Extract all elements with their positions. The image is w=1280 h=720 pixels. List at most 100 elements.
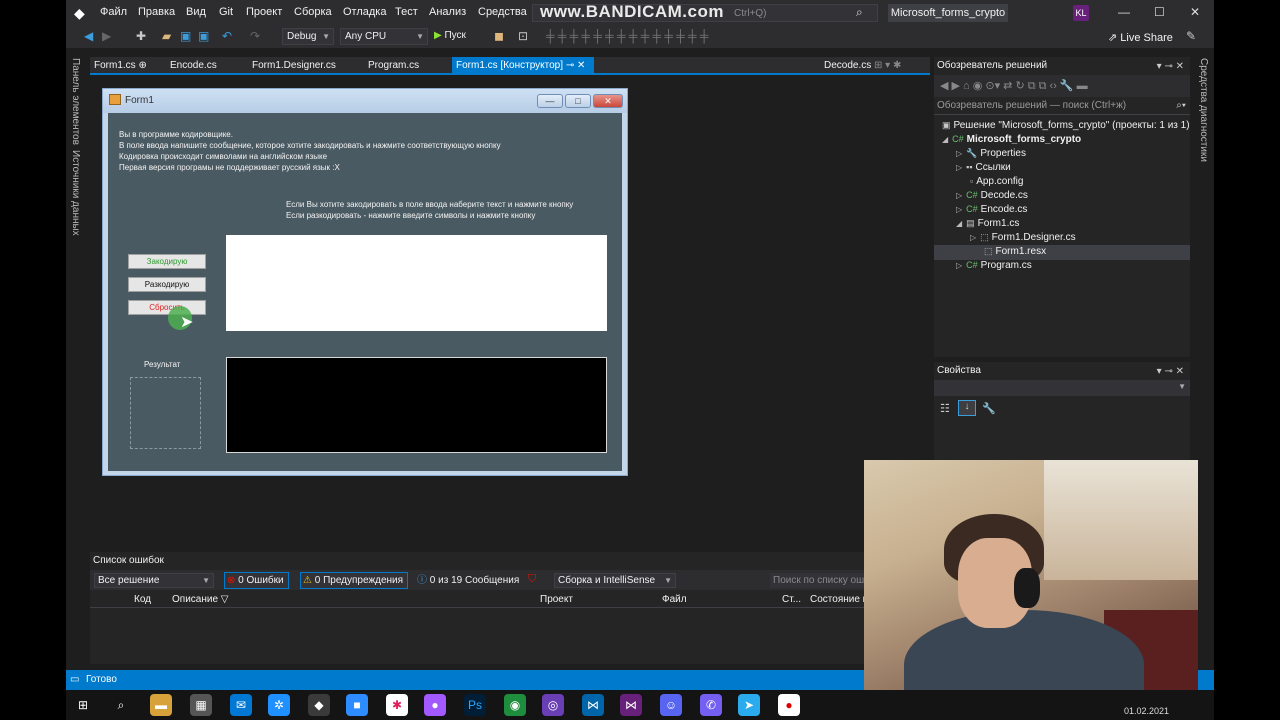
chrome-icon[interactable]: ◉ bbox=[504, 694, 526, 716]
run-button[interactable]: ▶ Пуск bbox=[434, 30, 466, 41]
encode-button[interactable]: Закодирую bbox=[128, 254, 206, 269]
col-code[interactable]: Код bbox=[134, 594, 151, 605]
tab-form1-designer[interactable]: Form1.Designer.cs bbox=[252, 60, 336, 71]
search-icon[interactable]: ⌕ bbox=[856, 5, 863, 20]
tab-overflow-icons[interactable]: ⊞ ▾ ✱ bbox=[874, 60, 901, 71]
minimize-icon[interactable]: — bbox=[1118, 5, 1130, 19]
forward-icon[interactable]: ▶ bbox=[102, 29, 111, 43]
menu-debug[interactable]: Отладка bbox=[343, 6, 386, 18]
calculator-icon[interactable]: ▦ bbox=[190, 694, 212, 716]
tab-form1-designer-view[interactable]: Form1.cs [Конструктор] ⊸ ✕ bbox=[452, 57, 594, 74]
filter-icon[interactable]: ⛉ bbox=[528, 573, 536, 586]
screenshot-icon[interactable]: ⊡ bbox=[518, 29, 528, 43]
tree-solution[interactable]: ▣ Решение "Microsoft_forms_crypto" (проек… bbox=[942, 118, 1190, 132]
live-share-button[interactable]: ⇗ Live Share bbox=[1108, 31, 1173, 44]
config-select[interactable]: Debug ▼ bbox=[282, 28, 334, 45]
col-line[interactable]: Ст... bbox=[782, 594, 801, 605]
errors-filter-button[interactable]: ⊗ 0 Ошибки bbox=[224, 572, 289, 589]
zoom-icon[interactable]: ■ bbox=[346, 694, 368, 716]
figma-icon[interactable]: ● bbox=[424, 694, 446, 716]
menu-view[interactable]: Вид bbox=[186, 6, 206, 18]
categorized-icon[interactable]: ☷ bbox=[940, 402, 950, 415]
viber-icon[interactable]: ✆ bbox=[700, 694, 722, 716]
expand-icon[interactable]: ▷ bbox=[956, 205, 962, 214]
expand-icon[interactable]: ▷ bbox=[956, 261, 962, 270]
collapse-icon[interactable]: ◢ bbox=[956, 219, 962, 228]
file-explorer-icon[interactable]: ▬ bbox=[150, 694, 172, 716]
slack-icon[interactable]: ✱ bbox=[386, 694, 408, 716]
telegram-icon[interactable]: ➤ bbox=[738, 694, 760, 716]
menu-tools[interactable]: Средства bbox=[478, 6, 527, 18]
properties-object-select[interactable]: ▼ bbox=[934, 380, 1190, 396]
avatar[interactable]: KL bbox=[1073, 5, 1089, 21]
form1-window[interactable]: Form1 — □ ✕ Вы в программе кодировщике. … bbox=[102, 88, 628, 476]
menu-edit[interactable]: Правка bbox=[138, 6, 175, 18]
tree-item-app-config[interactable]: ▫ App.config bbox=[970, 174, 1023, 188]
save-icon[interactable]: ▣ bbox=[180, 29, 191, 43]
build-source-select[interactable]: Сборка и IntelliSense ▼ bbox=[554, 573, 676, 588]
obs-icon[interactable]: ◎ bbox=[542, 694, 564, 716]
maximize-icon[interactable]: ☐ bbox=[1154, 5, 1165, 19]
expand-icon[interactable]: ▷ bbox=[956, 149, 962, 158]
form-close-button[interactable]: ✕ bbox=[593, 94, 623, 108]
vscode-icon[interactable]: ⋈ bbox=[582, 694, 604, 716]
visual-studio-icon[interactable]: ⋈ bbox=[620, 694, 642, 716]
record-icon[interactable]: ● bbox=[778, 694, 800, 716]
menu-file[interactable]: Файл bbox=[100, 6, 127, 18]
scope-select[interactable]: Все решение ▼ bbox=[94, 573, 214, 588]
messages-filter-button[interactable]: ⓘ 0 из 19 Сообщения bbox=[414, 572, 524, 589]
tab-encode-cs[interactable]: Encode.cs bbox=[170, 60, 217, 71]
platform-select[interactable]: Any CPU ▼ bbox=[340, 28, 428, 45]
close-icon[interactable]: ✕ bbox=[577, 60, 585, 71]
output-textbox[interactable] bbox=[226, 357, 607, 453]
diagnostics-tab[interactable]: Средства диагностики bbox=[1198, 58, 1209, 162]
search-icon[interactable]: ⌕ bbox=[110, 694, 132, 716]
tree-item-decode[interactable]: ▷ C# Decode.cs bbox=[956, 188, 1028, 202]
browser-icon[interactable]: ◼ bbox=[494, 29, 504, 43]
tree-item-encode[interactable]: ▷ C# Encode.cs bbox=[956, 202, 1027, 216]
menu-git[interactable]: Git bbox=[219, 6, 233, 18]
redo-icon[interactable]: ↷ bbox=[250, 29, 260, 43]
decode-button[interactable]: Разкодирую bbox=[128, 277, 206, 292]
col-file[interactable]: Файл bbox=[662, 594, 687, 605]
undo-icon[interactable]: ↶ bbox=[222, 29, 232, 43]
pane-controls[interactable]: ▾ ⊸ ✕ bbox=[1157, 363, 1184, 381]
close-icon[interactable]: ✕ bbox=[1190, 5, 1200, 19]
tab-decode-cs[interactable]: Decode.cs bbox=[824, 60, 871, 71]
git-icon[interactable]: ◆ bbox=[308, 694, 330, 716]
menu-test[interactable]: Тест bbox=[395, 6, 418, 18]
menu-project[interactable]: Проект bbox=[246, 6, 282, 18]
menu-build[interactable]: Сборка bbox=[294, 6, 332, 18]
back-icon[interactable]: ◀ bbox=[84, 29, 93, 43]
collapse-icon[interactable]: ◢ bbox=[942, 135, 948, 144]
tree-item-form1-designer[interactable]: ▷ ⬚ Form1.Designer.cs bbox=[970, 230, 1076, 244]
tree-item-properties[interactable]: ▷ 🔧 Properties bbox=[956, 146, 1026, 160]
pane-controls[interactable]: ▾ ⊸ ✕ bbox=[1157, 58, 1184, 76]
input-textbox[interactable] bbox=[226, 235, 607, 331]
expand-icon[interactable]: ▷ bbox=[970, 233, 976, 242]
pin-icon[interactable]: ⊕ bbox=[138, 60, 146, 71]
menu-analyze[interactable]: Анализ bbox=[429, 6, 466, 18]
col-description[interactable]: Описание ▽ bbox=[172, 594, 229, 605]
expand-icon[interactable]: ▷ bbox=[956, 191, 962, 200]
reset-button[interactable]: Сбросить bbox=[128, 300, 206, 315]
new-item-icon[interactable]: ✚ bbox=[136, 29, 146, 43]
photoshop-icon[interactable]: Ps bbox=[464, 694, 486, 716]
tree-item-form1[interactable]: ◢ ▤ Form1.cs bbox=[956, 216, 1019, 230]
col-state[interactable]: Состояние п bbox=[810, 594, 868, 605]
tab-form1-cs[interactable]: Form1.cs ⊕ bbox=[94, 60, 147, 71]
form-minimize-button[interactable]: — bbox=[537, 94, 563, 108]
tab-program-cs[interactable]: Program.cs bbox=[368, 60, 419, 71]
windows-start-icon[interactable]: ⊞ bbox=[72, 694, 94, 716]
tree-item-program[interactable]: ▷ C# Program.cs bbox=[956, 258, 1032, 272]
warnings-filter-button[interactable]: ⚠ 0 Предупреждения bbox=[300, 572, 409, 589]
expand-icon[interactable]: ▷ bbox=[956, 163, 962, 172]
col-project[interactable]: Проект bbox=[540, 594, 573, 605]
tree-project[interactable]: ◢ C# Microsoft_forms_crypto bbox=[942, 132, 1081, 146]
toolbox-tab[interactable]: Панель элементов bbox=[70, 58, 81, 145]
mail-icon[interactable]: ✉ bbox=[230, 694, 252, 716]
open-folder-icon[interactable]: ▰ bbox=[162, 29, 171, 43]
solution-explorer-search[interactable]: Обозреватель решений — поиск (Ctrl+ж) ⌕▾ bbox=[934, 97, 1190, 115]
se-toolbar-icons[interactable]: ◀ ▶ ⌂ ◉ ⊙▾ ⇄ ↻ ⧉ ⧉ ‹› 🔧 ▬ bbox=[940, 79, 1088, 93]
pin-icon[interactable]: ⊸ bbox=[566, 60, 574, 71]
